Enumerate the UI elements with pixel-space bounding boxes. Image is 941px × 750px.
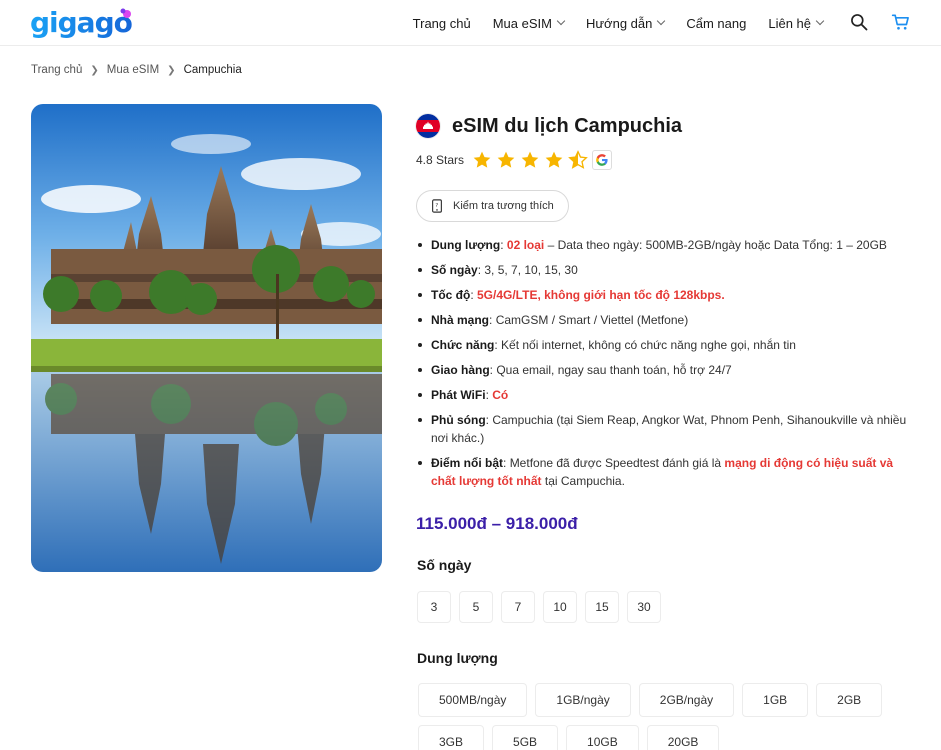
nav-item-home[interactable]: Trang chủ <box>413 16 471 31</box>
feature-item-days: Số ngày: 3, 5, 7, 10, 15, 30 <box>416 261 916 279</box>
nav-label: Hướng dẫn <box>585 15 653 31</box>
breadcrumb-buy-esim[interactable]: Mua eSIM <box>107 64 159 76</box>
feature-label: Số ngày <box>431 263 478 277</box>
day-option-30[interactable]: 30 <box>627 591 661 623</box>
feature-highlight: Có <box>492 388 509 402</box>
nav-label: Cẩm nang <box>686 15 747 31</box>
cambodia-flag-icon <box>416 114 440 138</box>
chevron-right-icon: ❯ <box>90 64 99 76</box>
nav-label: Mua eSIM <box>492 15 552 31</box>
feature-highlight: 5G/4G/LTE, không giới hạn tốc độ 128kbps… <box>477 288 725 302</box>
nav-item-contact[interactable]: Liên hệ <box>768 15 825 31</box>
feature-item-highlight: Điểm nổi bật: Metfone đã được Speedtest … <box>416 454 916 490</box>
gigago-logo-mark: gigago <box>30 8 132 38</box>
rating-row: 4.8 Stars <box>416 150 613 170</box>
main-nav: Trang chủ Mua eSIM Hướng dẫn Cẩm nang Li… <box>391 0 825 46</box>
feature-label: Nhà mạng <box>431 313 490 327</box>
feature-list: Dung lượng: 02 loại – Data theo ngày: 50… <box>416 236 916 497</box>
star-full-icon <box>521 151 539 168</box>
breadcrumb-current: Campuchia <box>183 64 242 76</box>
svg-text:?: ? <box>435 203 438 209</box>
nav-label: Trang chủ <box>412 15 471 31</box>
header-actions <box>849 12 911 32</box>
feature-item-delivery: Giao hàng: Qua email, ngay sau thanh toá… <box>416 361 916 379</box>
day-option-15[interactable]: 15 <box>585 591 619 623</box>
rating-label: 4.8 Stars <box>416 153 465 167</box>
svg-text:gigago: gigago <box>30 8 132 38</box>
feature-text: 3, 5, 7, 10, 15, 30 <box>484 263 578 277</box>
day-option-7[interactable]: 7 <box>501 591 535 623</box>
product-title-row: eSIM du lịch Campuchia <box>416 114 682 138</box>
feature-item-coverage: Phủ sóng: Campuchia (tại Siem Reap, Angk… <box>416 411 916 447</box>
capacity-section-label: Dung lượng <box>417 650 498 666</box>
breadcrumb: Trang chủ ❯ Mua eSIM ❯ Campuchia <box>31 64 242 76</box>
capacity-options-row2: 3GB 5GB 10GB 20GB <box>418 725 720 750</box>
page-title: eSIM du lịch Campuchia <box>452 114 683 137</box>
star-rating <box>472 150 588 170</box>
capacity-option[interactable]: 2GB/ngày <box>638 683 735 717</box>
feature-label: Phủ sóng <box>431 413 486 427</box>
check-compatibility-label: Kiểm tra tương thích <box>453 200 554 212</box>
star-full-icon <box>497 151 515 168</box>
feature-highlight: 02 loại <box>506 238 545 252</box>
capacity-option[interactable]: 5GB <box>492 725 559 750</box>
capacity-option[interactable]: 3GB <box>418 725 485 750</box>
capacity-option[interactable]: 1GB <box>742 683 809 717</box>
feature-label: Điểm nổi bật <box>431 456 504 470</box>
days-options: 3 5 7 10 15 30 <box>417 591 661 623</box>
cart-icon[interactable] <box>891 12 911 32</box>
day-option-5[interactable]: 5 <box>459 591 493 623</box>
gigago-logo[interactable]: gigago <box>30 7 132 39</box>
nav-item-handbook[interactable]: Cẩm nang <box>686 16 746 31</box>
feature-item-capacity: Dung lượng: 02 loại – Data theo ngày: 50… <box>416 236 916 254</box>
star-half-icon <box>568 150 588 169</box>
star-full-icon <box>473 151 491 168</box>
site-header: gigago Trang chủ Mua eSIM Hướng dẫn Cẩm … <box>0 0 941 46</box>
feature-text: Qua email, ngay sau thanh toán, hỗ trợ 2… <box>496 363 732 377</box>
star-full-icon <box>545 151 563 168</box>
feature-label: Giao hàng <box>431 363 490 377</box>
feature-label: Chức năng <box>431 338 495 352</box>
day-option-10[interactable]: 10 <box>543 591 577 623</box>
phone-icon: ? <box>432 199 442 213</box>
angkor-wat-photo <box>31 104 382 572</box>
feature-label: Phát WiFi <box>431 388 486 402</box>
google-icon <box>592 150 613 170</box>
capacity-options: 500MB/ngày 1GB/ngày 2GB/ngày 1GB 2GB <box>418 683 883 717</box>
feature-item-function: Chức năng: Kết nối internet, không có ch… <box>416 336 916 354</box>
feature-text: – Data theo ngày: 500MB-2GB/ngày hoặc Da… <box>544 238 887 252</box>
nav-label: Liên hệ <box>768 15 811 31</box>
feature-text: CamGSM / Smart / Viettel (Metfone) <box>495 313 689 327</box>
chevron-down-icon <box>556 16 566 26</box>
feature-label: Dung lượng <box>431 238 501 252</box>
chevron-down-icon <box>815 16 825 26</box>
chevron-right-icon: ❯ <box>167 64 176 76</box>
feature-text: Campuchia (tại Siem Reap, Angkor Wat, Ph… <box>431 413 907 445</box>
price-range: 115.000đ – 918.000đ <box>416 514 578 533</box>
feature-item-speed: Tốc độ: 5G/4G/LTE, không giới hạn tốc độ… <box>416 286 916 304</box>
feature-label: Tốc độ <box>431 288 471 302</box>
capacity-option[interactable]: 20GB <box>646 725 720 750</box>
product-image <box>31 104 382 572</box>
feature-item-wifi: Phát WiFi: Có <box>416 386 916 404</box>
breadcrumb-home[interactable]: Trang chủ <box>31 64 82 76</box>
days-section-label: Số ngày <box>417 557 472 573</box>
feature-item-network: Nhà mạng: CamGSM / Smart / Viettel (Metf… <box>416 311 916 329</box>
day-option-3[interactable]: 3 <box>417 591 451 623</box>
capacity-option[interactable]: 1GB/ngày <box>535 683 631 717</box>
nav-item-guide[interactable]: Hướng dẫn <box>585 15 666 31</box>
search-icon[interactable] <box>849 12 869 32</box>
check-compatibility-button[interactable]: ? Kiểm tra tương thích <box>416 190 569 222</box>
capacity-option[interactable]: 2GB <box>816 683 883 717</box>
capacity-option[interactable]: 500MB/ngày <box>418 683 528 717</box>
chevron-down-icon <box>657 16 666 26</box>
feature-text: Kết nối internet, không có chức năng ngh… <box>501 338 796 352</box>
feature-text: tại Campuchia. <box>541 474 625 488</box>
nav-item-buy-esim[interactable]: Mua eSIM <box>492 15 566 31</box>
feature-text: Metfone đã được Speedtest đánh giá là <box>509 456 725 470</box>
capacity-option[interactable]: 10GB <box>566 725 639 750</box>
